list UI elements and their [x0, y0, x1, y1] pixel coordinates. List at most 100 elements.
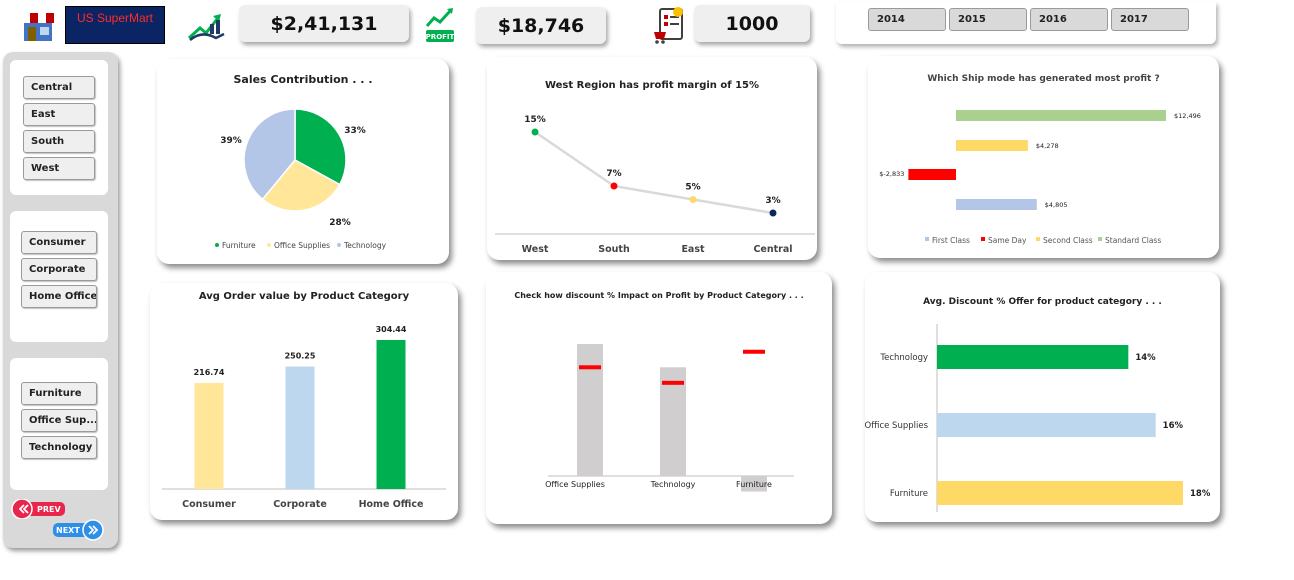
- prev-label: PREV: [37, 505, 61, 514]
- discount-impact-chart: Office Supplies Technology Furniture: [545, 344, 794, 492]
- line-data-label: 15%: [524, 115, 546, 125]
- avg-order-value-card: Avg Order value by Product Category 216.…: [150, 283, 458, 520]
- y-tick-label: Furniture: [890, 489, 928, 499]
- year-slicer: 2014 2015 2016 2017: [836, 2, 1216, 44]
- legend-swatch: [215, 243, 219, 247]
- sales-contribution-card: Sales Contribution . . . 33% 28% 39% Furnit…: [157, 59, 449, 264]
- discount-impact-card: Check how discount % Impact on Profit by…: [486, 272, 832, 524]
- ship-bar-standard-class: [956, 110, 1166, 121]
- segment-slicer: Consumer Corporate Home Office: [10, 211, 108, 342]
- x-tick-label: Office Supplies: [545, 480, 605, 489]
- ship-bar-same-day: [908, 169, 956, 180]
- legend-swatch: [1036, 237, 1040, 241]
- ship-bar-first-class: [956, 199, 1037, 210]
- ship-data-label: $-2,833: [879, 170, 904, 178]
- x-tick-label: East: [681, 244, 705, 255]
- y-tick-label: Technology: [879, 353, 928, 363]
- sales-growth-icon: [187, 14, 225, 41]
- ship-data-label: $4,278: [1036, 142, 1059, 150]
- total-quantity-kpi: 1000: [694, 5, 810, 42]
- filter-sidebar: Central East South West Consumer Corpora…: [3, 52, 118, 548]
- total-sales-kpi: $2,41,131: [239, 5, 409, 42]
- legend-swatch: [337, 243, 341, 247]
- ship-mode-profit-card: Which Ship mode has generated most profi…: [868, 56, 1219, 258]
- legend-swatch: [1098, 237, 1102, 241]
- region-button-south[interactable]: South: [23, 130, 95, 153]
- x-tick-label: Corporate: [273, 499, 327, 510]
- line-data-label: 3%: [765, 196, 780, 206]
- store-icon: [22, 13, 54, 41]
- discount-bar-office-supplies: [937, 413, 1156, 437]
- category-slicer: Furniture Office Sup... Technology: [10, 358, 108, 490]
- discount-marker-office-supplies: [579, 365, 601, 370]
- segment-button-corporate[interactable]: Corporate: [21, 258, 97, 281]
- year-button-2015[interactable]: 2015: [949, 8, 1027, 31]
- region-profit-margin-card: West Region has profit margin of 15% 15%…: [487, 57, 817, 260]
- column-data-label: 304.44: [376, 325, 407, 334]
- line-point-east: [689, 196, 697, 203]
- x-tick-label: Furniture: [736, 480, 772, 489]
- next-label: NEXT: [56, 526, 80, 535]
- profit-bar-office-supplies: [577, 344, 603, 476]
- segment-button-home-office[interactable]: Home Office: [21, 285, 97, 308]
- category-button-office-supplies[interactable]: Office Sup...: [21, 409, 97, 432]
- bar-data-label: 18%: [1190, 489, 1211, 499]
- line-data-label: 5%: [685, 183, 700, 193]
- legend-entry: Technology: [343, 241, 387, 250]
- ship-data-label: $4,805: [1045, 201, 1068, 209]
- legend-swatch: [267, 243, 271, 247]
- avg-discount-bar-chart: 14% Technology 16% Office Supplies 18% Furnit…: [865, 324, 1211, 512]
- pie-data-label: 28%: [329, 218, 351, 228]
- x-tick-label: Home Office: [359, 499, 424, 510]
- column-corporate: [285, 366, 315, 489]
- discount-bar-technology: [937, 345, 1129, 369]
- bar-data-label: 16%: [1163, 421, 1184, 431]
- avg-order-value-column-chart: 216.74 Consumer 250.25 Corporate 304.44 Home …: [162, 325, 446, 510]
- column-data-label: 216.74: [194, 368, 225, 377]
- ship-data-label: $12,496: [1174, 112, 1201, 120]
- legend-entry: Furniture: [222, 241, 256, 250]
- line-point-central: [769, 209, 777, 217]
- region-button-east[interactable]: East: [23, 103, 95, 126]
- line-point-west: [531, 128, 539, 136]
- year-button-2016[interactable]: 2016: [1030, 8, 1108, 31]
- segment-button-consumer[interactable]: Consumer: [21, 231, 97, 254]
- discount-marker-technology: [662, 380, 684, 385]
- region-button-central[interactable]: Central: [23, 76, 95, 99]
- x-tick-label: Technology: [650, 480, 696, 489]
- region-slicer: Central East South West: [10, 60, 108, 195]
- sales-contribution-pie: 33% 28% 39% Furniture Office Supplies Technol…: [215, 108, 387, 250]
- legend-entry: Same Day: [988, 236, 1027, 245]
- year-button-2014[interactable]: 2014: [868, 8, 946, 31]
- region-button-west[interactable]: West: [23, 157, 95, 180]
- category-button-technology[interactable]: Technology: [21, 436, 97, 459]
- legend-entry: First Class: [932, 236, 970, 245]
- brand-title: US SuperMart: [65, 6, 165, 44]
- y-tick-label: Office Supplies: [865, 421, 929, 431]
- ship-mode-bar-chart: $4,805 $-2,833 $4,278 $12,496 First Class Sam…: [879, 110, 1201, 245]
- legend-entry: Second Class: [1043, 236, 1093, 245]
- column-data-label: 250.25: [285, 352, 316, 361]
- legend-swatch: [981, 237, 985, 241]
- legend-swatch: [925, 237, 929, 241]
- order-checklist-icon: [654, 7, 683, 44]
- category-button-furniture[interactable]: Furniture: [21, 382, 97, 405]
- profit-margin-line-chart: 15% West 7% South 5% East 3% Central: [495, 115, 815, 255]
- next-button[interactable]: NEXT: [51, 519, 105, 541]
- prev-button[interactable]: PREV: [11, 499, 67, 519]
- discount-bar-furniture: [937, 481, 1183, 505]
- ship-bar-second-class: [956, 140, 1028, 151]
- x-tick-label: West: [522, 244, 549, 255]
- profit-margin-line: [534, 130, 774, 215]
- column-home-office: [376, 340, 406, 489]
- profit-icon-label: PROFIT: [426, 33, 455, 41]
- year-button-2017[interactable]: 2017: [1111, 8, 1189, 31]
- legend-entry: Office Supplies: [274, 241, 330, 250]
- line-data-label: 7%: [606, 169, 621, 179]
- pie-data-label: 33%: [344, 126, 366, 136]
- total-profit-kpi: $18,746: [476, 7, 606, 44]
- profit-icon: PROFIT: [426, 8, 455, 42]
- pie-data-label: 39%: [220, 136, 242, 146]
- x-tick-label: South: [598, 244, 630, 255]
- column-consumer: [194, 382, 224, 489]
